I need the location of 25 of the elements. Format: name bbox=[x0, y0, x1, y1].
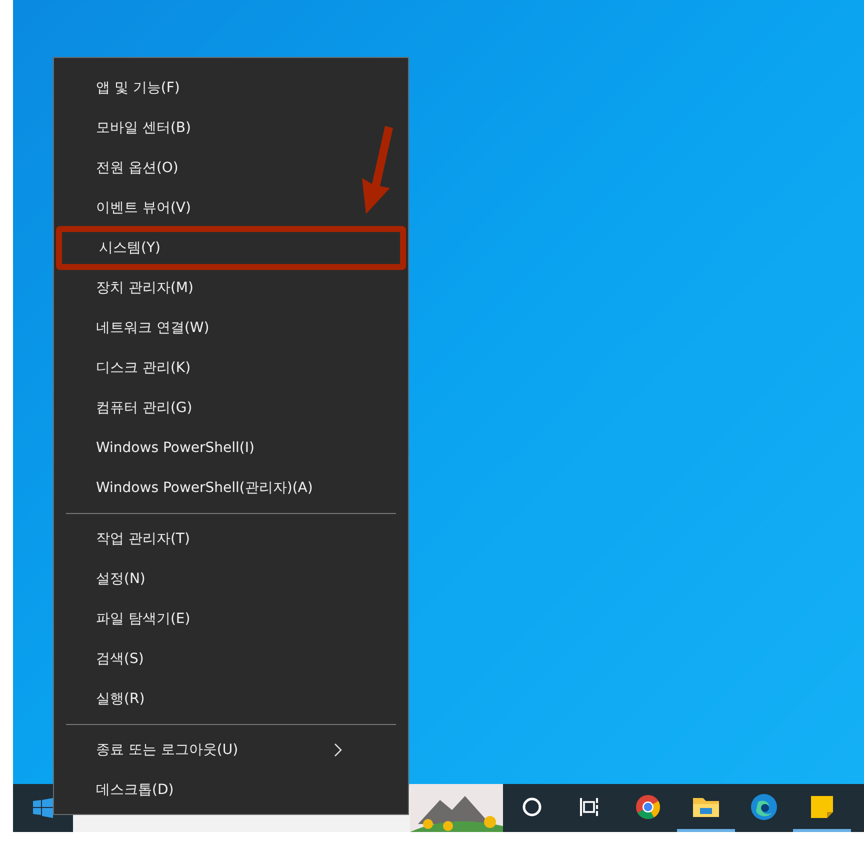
menu-item[interactable]: 실행(R) bbox=[54, 679, 356, 719]
menu-item[interactable]: 이벤트 뷰어(V) bbox=[54, 188, 356, 228]
menu-item[interactable]: 작업 관리자(T) bbox=[54, 519, 356, 559]
menu-item[interactable]: Windows PowerShell(I) bbox=[54, 428, 356, 468]
menu-item[interactable]: 모바일 센터(B) bbox=[54, 108, 356, 148]
menu-item[interactable]: 시스템(Y) bbox=[56, 226, 406, 270]
circle-icon[interactable] bbox=[522, 796, 542, 816]
chevron-right-icon bbox=[334, 743, 342, 757]
sticky-note-icon[interactable] bbox=[810, 794, 834, 818]
edge-icon[interactable] bbox=[750, 792, 778, 820]
menu-item[interactable]: 네트워크 연결(W) bbox=[54, 308, 356, 348]
browser-icon[interactable] bbox=[635, 794, 661, 820]
menu-item[interactable]: 전원 옵션(O) bbox=[54, 148, 356, 188]
task-view-icon[interactable] bbox=[579, 796, 601, 816]
menu-item[interactable]: Windows PowerShell(관리자)(A) bbox=[54, 468, 356, 508]
menu-item[interactable]: 설정(N) bbox=[54, 559, 356, 599]
menu-item[interactable]: 데스크톱(D) bbox=[54, 770, 356, 810]
menu-item[interactable]: 장치 관리자(M) bbox=[54, 268, 356, 308]
menu-item[interactable]: 종료 또는 로그아웃(U) bbox=[54, 730, 356, 770]
menu-item[interactable]: 디스크 관리(K) bbox=[54, 348, 356, 388]
menu-item[interactable]: 파일 탐색기(E) bbox=[54, 599, 356, 639]
menu-item[interactable]: 컴퓨터 관리(G) bbox=[54, 388, 356, 428]
menu-item[interactable]: 앱 및 기능(F) bbox=[54, 68, 356, 108]
menu-item[interactable]: 검색(S) bbox=[54, 639, 356, 679]
windows-logo-icon bbox=[33, 798, 53, 818]
